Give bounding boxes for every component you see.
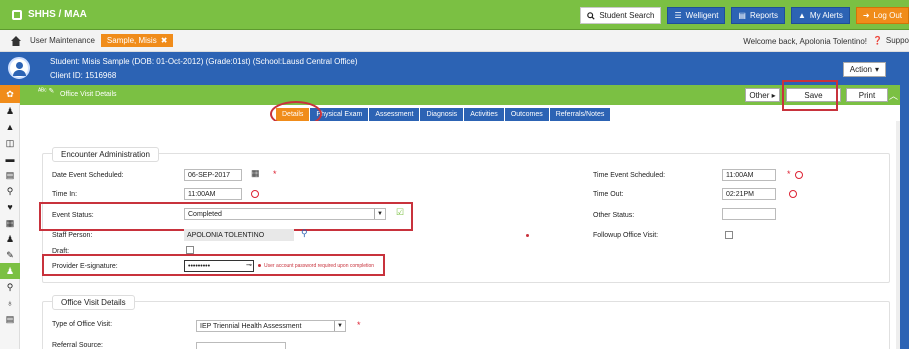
- calendar-icon[interactable]: ▦: [251, 168, 260, 179]
- menu-icon: ☰: [674, 11, 682, 20]
- time-scheduled-input[interactable]: 11:00AM: [722, 169, 776, 181]
- chevron-down-icon-2: ▼: [334, 321, 345, 331]
- alert-icon: ▲: [798, 11, 806, 20]
- tab-activities[interactable]: Activities: [464, 108, 505, 121]
- section-title: Office Visit Details: [60, 91, 117, 98]
- app-title: SHHS / MAA: [28, 9, 87, 20]
- client-id: Client ID: 1516968: [50, 71, 117, 80]
- save-annotation-box: [782, 80, 838, 111]
- event-status-annotation-box: [39, 202, 413, 231]
- reports-button[interactable]: ▤ Reports: [731, 7, 785, 24]
- referral-source-label: Referral Source:: [52, 342, 103, 349]
- required-icon-3: *: [357, 320, 361, 330]
- stethoscope-icon[interactable]: ♁: [0, 295, 20, 311]
- main-content: Encounter Administration Date Event Sche…: [20, 121, 900, 349]
- tab-outcomes[interactable]: Outcomes: [504, 108, 550, 121]
- log-out-button[interactable]: ➜ Log Out: [855, 7, 909, 24]
- time-out-label: Time Out:: [593, 191, 624, 198]
- clock-icon-3[interactable]: [789, 190, 797, 198]
- clock-icon-2[interactable]: [795, 171, 803, 179]
- student-icon[interactable]: ♟: [0, 263, 20, 279]
- time-scheduled-label: Time Event Scheduled:: [593, 172, 666, 179]
- office-visit-legend: Office Visit Details: [52, 295, 135, 310]
- avatar: [8, 57, 30, 79]
- app-brand[interactable]: SHHS / MAA: [12, 9, 87, 20]
- left-sidebar: ✿ ♟ ▲ ◫ ▬ ▤ ⚲ ♥ ▦ ♟ ✎ ♟ ⚲ ♁ ▤: [0, 85, 20, 349]
- warning-icon[interactable]: ▲: [0, 119, 20, 135]
- other-status-label: Other Status:: [593, 212, 635, 219]
- draft-checkbox[interactable]: [186, 246, 194, 254]
- chevron-up-icon[interactable]: ︿: [889, 89, 898, 102]
- breadcrumb: User Maintenance Sample, Misis ✖ Welcome…: [0, 30, 909, 52]
- office-visit-fieldset: [42, 301, 890, 349]
- caret-icon: ▸: [769, 90, 776, 100]
- sitemap-icon[interactable]: ⚲: [0, 183, 20, 199]
- esig-annotation-box: [42, 254, 385, 276]
- caret-down-icon: ▾: [874, 65, 879, 74]
- help-icon: ❓: [872, 36, 883, 45]
- org-chart-icon[interactable]: ⚲: [0, 279, 20, 295]
- marker-dot: [526, 234, 529, 237]
- book-icon[interactable]: ◫: [0, 135, 20, 151]
- tab-bar: Details Physical Exam Assessment Diagnos…: [276, 108, 612, 121]
- welcome-text: Welcome back, Apolonia Tolentino!: [743, 37, 867, 46]
- followup-label: Followup Office Visit:: [593, 232, 659, 239]
- student-search-button[interactable]: Student Search: [580, 7, 662, 24]
- referral-source-select[interactable]: [196, 342, 286, 349]
- encounter-legend: Encounter Administration: [52, 147, 159, 162]
- tab-assessment[interactable]: Assessment: [369, 108, 421, 121]
- file-icon[interactable]: ▬: [0, 151, 20, 167]
- followup-checkbox[interactable]: [725, 231, 733, 239]
- close-icon[interactable]: ✖: [161, 36, 168, 45]
- lookup-icon[interactable]: ⚲: [301, 228, 308, 239]
- heartbeat-icon[interactable]: ♥: [0, 199, 20, 215]
- document-icon[interactable]: ▤: [0, 167, 20, 183]
- welligent-button[interactable]: ☰ Welligent: [667, 7, 726, 24]
- home-icon[interactable]: [10, 35, 22, 47]
- search-icon: [587, 11, 595, 20]
- tab-referrals-notes[interactable]: Referrals/Notes: [549, 108, 612, 121]
- visit-type-select[interactable]: IEP Triennial Health Assessment ▼: [196, 320, 346, 332]
- calendar-check-icon[interactable]: ▦: [0, 215, 20, 231]
- student-info: Student: Misis Sample (DOB: 01-Oct-2012)…: [50, 57, 358, 66]
- right-toolbar: [900, 52, 909, 349]
- clipboard-icon[interactable]: ▤: [0, 311, 20, 327]
- settings-icon[interactable]: ✿: [0, 85, 20, 103]
- date-scheduled-label: Date Event Scheduled:: [52, 172, 124, 179]
- top-actions: Student Search ☰ Welligent ▤ Reports ▲ M…: [580, 7, 909, 24]
- action-dropdown[interactable]: Action ▾: [842, 62, 886, 77]
- student-tab-tag[interactable]: Sample, Misis ✖: [100, 34, 174, 47]
- logout-icon: ➜: [862, 11, 870, 20]
- user-alt-icon[interactable]: ♟: [0, 231, 20, 247]
- staff-person-input[interactable]: APOLONIA TOLENTINO: [184, 229, 294, 241]
- tab-diagnosis[interactable]: Diagnosis: [420, 108, 465, 121]
- scrollbar[interactable]: [896, 121, 900, 349]
- support-link[interactable]: ❓ Suppo: [873, 36, 909, 45]
- date-scheduled-input[interactable]: 06-SEP-2017: [184, 169, 242, 181]
- staff-person-label: Staff Person:: [52, 232, 93, 239]
- student-header: Student: Misis Sample (DOB: 01-Oct-2012)…: [0, 52, 900, 85]
- pen-icon[interactable]: ✎: [0, 247, 20, 263]
- my-alerts-button[interactable]: ▲ My Alerts: [791, 7, 850, 24]
- required-icon: *: [273, 169, 277, 179]
- logo-icon: [12, 9, 22, 20]
- visit-type-label: Type of Office Visit:: [52, 321, 113, 328]
- breadcrumb-section[interactable]: User Maintenance: [30, 36, 95, 45]
- print-button[interactable]: Print: [846, 88, 888, 102]
- time-in-input[interactable]: 11:00AM: [184, 188, 242, 200]
- spellcheck-icon[interactable]: ᴬᴮᶜ ✎: [38, 87, 54, 95]
- top-bar: SHHS / MAA Student Search ☰ Welligent ▤ …: [0, 0, 909, 30]
- clock-icon[interactable]: [251, 190, 259, 198]
- person-icon[interactable]: ♟: [0, 103, 20, 119]
- time-in-label: Time In:: [52, 191, 78, 198]
- time-out-input[interactable]: 02:21PM: [722, 188, 776, 200]
- other-status-input[interactable]: [722, 208, 776, 220]
- chart-icon: ▤: [738, 11, 746, 20]
- required-icon-2: *: [787, 169, 791, 179]
- section-header: ᴬᴮᶜ ✎ Office Visit Details Other ▸ Save …: [20, 85, 900, 105]
- other-dropdown[interactable]: Other ▸: [745, 88, 780, 102]
